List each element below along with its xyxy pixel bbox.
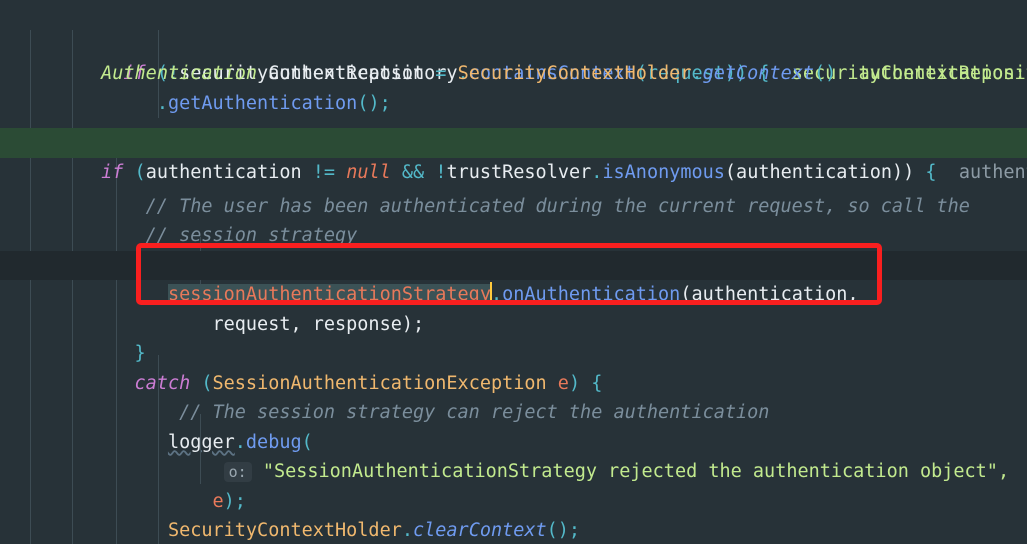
code-line-8[interactable]: try { [0,221,1027,276]
code-line-6[interactable]: // The user has been authenticated durin… [0,162,1027,217]
code-line-15[interactable]: o: "SessionAuthenticationStrategy reject… [0,428,1027,482]
code-line-17[interactable]: SecurityContextHolder.clearContext(); [0,487,1027,541]
code-line-7[interactable]: // session strategy [0,192,1027,246]
code-line-5-executing[interactable]: if (authentication != null && !trustReso… [0,128,1027,183]
code-line-1[interactable]: if (!securityContextRepository.containsC… [0,0,1027,84]
code-line-18[interactable]: failureHandler.onAuthenticationFailure(r… [0,516,1027,544]
code-line-3[interactable]: .getAuthentication(); [0,59,1027,114]
code-line-12[interactable]: catch (SessionAuthenticationException e)… [0,339,1027,394]
code-line-9-caret[interactable]: sessionAuthenticationStrategy.onAuthenti… [0,250,1027,305]
code-line-4-blank[interactable] [0,89,1027,119]
code-line-2[interactable]: Authentication authentication = Security… [0,30,1027,84]
code-line-14[interactable]: logger.debug( [0,398,1027,453]
code-editor[interactable]: if (!securityContextRepository.containsC… [0,0,1027,544]
code-line-11[interactable]: } [0,310,1027,364]
code-line-13[interactable]: // The session strategy can reject the a… [0,369,1027,423]
code-line-10[interactable]: request, response); [0,280,1027,335]
code-line-16[interactable]: e); [0,457,1027,512]
